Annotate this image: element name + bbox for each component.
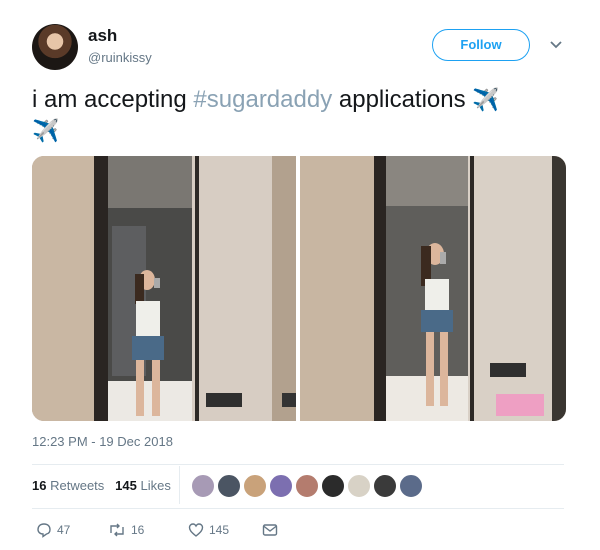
retweets-label[interactable]: Retweets	[50, 478, 104, 493]
user-handle[interactable]: @ruinkissy	[88, 50, 152, 65]
follow-button[interactable]: Follow	[432, 29, 530, 61]
likes-label[interactable]: Likes	[140, 478, 170, 493]
divider	[32, 508, 564, 509]
photo-left[interactable]	[32, 156, 296, 421]
liker-avatar[interactable]	[295, 474, 319, 498]
airplane-emoji: ✈️	[32, 118, 60, 143]
liker-avatar[interactable]	[347, 474, 371, 498]
divider	[32, 464, 564, 465]
message-button[interactable]	[262, 522, 278, 542]
retweet-count: 16	[131, 523, 145, 537]
reply-count: 47	[57, 523, 71, 537]
divider	[179, 466, 180, 504]
liker-avatar[interactable]	[243, 474, 267, 498]
media-grid	[32, 156, 566, 421]
tweet-text-part: i am accepting	[32, 86, 194, 113]
like-count: 145	[209, 523, 230, 537]
tweet-text: i am accepting #sugardaddy applications …	[32, 84, 562, 146]
chevron-down-icon[interactable]	[549, 38, 563, 52]
reply-icon	[37, 523, 51, 538]
reply-button[interactable]: 47	[36, 522, 70, 542]
liker-avatar[interactable]	[191, 474, 215, 498]
avatar[interactable]	[32, 24, 78, 70]
liker-avatar[interactable]	[373, 474, 397, 498]
airplane-emoji: ✈️	[472, 87, 500, 112]
like-button[interactable]: 145	[188, 522, 229, 542]
tweet-text-part: applications	[332, 86, 473, 113]
heart-icon	[188, 523, 204, 537]
retweet-button[interactable]: 16	[108, 522, 144, 542]
retweets-count[interactable]: 16	[32, 478, 46, 493]
likes-count[interactable]: 145	[115, 478, 137, 493]
tweet-timestamp[interactable]: 12:23 PM - 19 Dec 2018	[32, 434, 173, 449]
photo-right[interactable]	[300, 156, 566, 421]
hashtag-link[interactable]: #sugardaddy	[193, 86, 332, 113]
envelope-icon	[262, 524, 278, 536]
display-name[interactable]: ash	[88, 26, 117, 46]
liker-avatar[interactable]	[399, 474, 423, 498]
liker-avatar[interactable]	[269, 474, 293, 498]
engagement-stats: 16 Retweets 145 Likes	[32, 478, 171, 493]
liker-avatar[interactable]	[321, 474, 345, 498]
retweet-icon	[110, 523, 124, 537]
liker-avatar[interactable]	[217, 474, 241, 498]
